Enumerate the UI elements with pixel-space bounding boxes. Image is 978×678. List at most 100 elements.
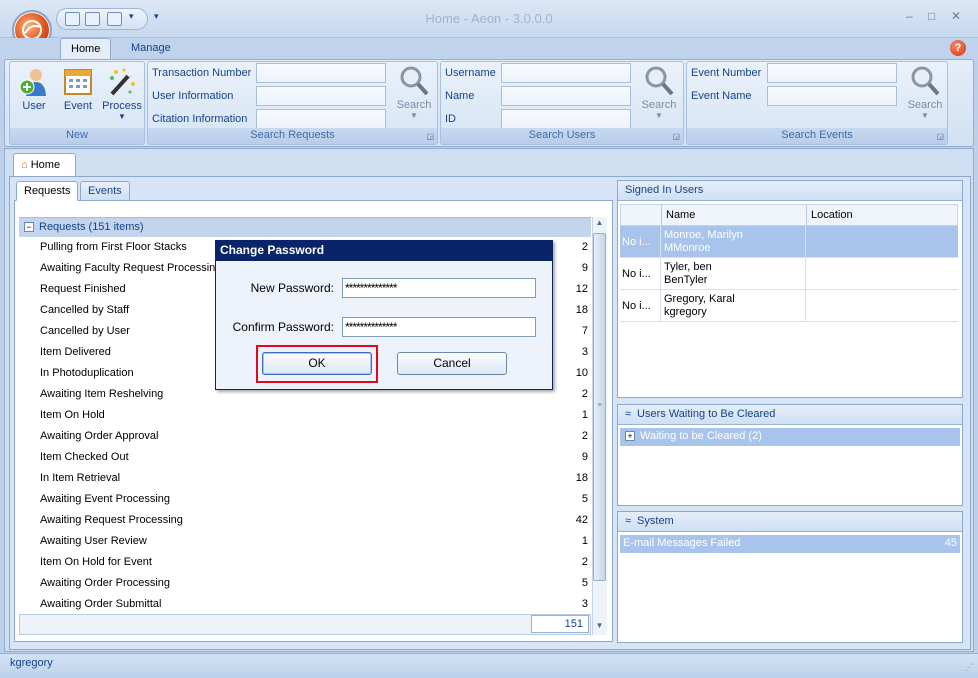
minimize-button[interactable]: – bbox=[906, 9, 913, 23]
table-row[interactable]: Awaiting User Review 1 bbox=[19, 531, 591, 552]
table-row[interactable]: Awaiting Event Processing 5 bbox=[19, 489, 591, 510]
dialog-launcher-icon[interactable]: ◲ bbox=[936, 132, 944, 141]
user-username-cell: BenTyler bbox=[664, 274, 708, 286]
search-dropdown-icon: ▼ bbox=[655, 111, 663, 120]
user-username-cell: kgregory bbox=[664, 306, 707, 318]
new-password-label: New Password: bbox=[250, 281, 334, 295]
table-row[interactable]: Awaiting Order Submittal 3 bbox=[19, 594, 591, 615]
username-input[interactable] bbox=[501, 63, 631, 83]
quick-access-toolbar: ▾ bbox=[56, 8, 148, 30]
dialog-launcher-icon[interactable]: ◲ bbox=[672, 132, 680, 141]
table-row[interactable]: Item On Hold 1 bbox=[19, 405, 591, 426]
request-status-label: Awaiting Faculty Request Processing bbox=[40, 262, 222, 274]
search-requests-button[interactable]: Search ▼ bbox=[392, 65, 436, 120]
transaction-number-input[interactable] bbox=[256, 63, 386, 83]
system-header[interactable]: ≈ System bbox=[618, 512, 962, 532]
request-status-count: 10 bbox=[575, 367, 588, 379]
new-process-label: Process bbox=[102, 100, 142, 112]
users-waiting-header[interactable]: ≈ Users Waiting to Be Cleared bbox=[618, 405, 962, 425]
table-row[interactable]: Awaiting Order Approval 2 bbox=[19, 426, 591, 447]
user-username-cell: MMonroe bbox=[664, 242, 711, 254]
scroll-up-icon[interactable]: ▲ bbox=[593, 218, 606, 231]
system-item-count: 45 bbox=[944, 537, 957, 549]
ok-button[interactable]: OK bbox=[262, 352, 372, 375]
request-status-label: Awaiting Order Approval bbox=[40, 430, 159, 442]
group-search-requests-caption: Search Requests bbox=[148, 128, 437, 144]
qat-dropdown-icon[interactable]: ▾ bbox=[129, 11, 134, 22]
table-row[interactable]: Awaiting Order Processing 5 bbox=[19, 573, 591, 594]
column-location[interactable]: Location bbox=[809, 209, 853, 222]
refresh-icon[interactable] bbox=[65, 12, 80, 26]
id-label: ID bbox=[445, 113, 456, 125]
new-process-button[interactable]: Process ▼ bbox=[100, 66, 144, 121]
new-password-input[interactable]: ************** bbox=[342, 278, 536, 298]
resize-grip-icon[interactable]: ⋰ bbox=[965, 658, 974, 677]
event-name-input[interactable] bbox=[767, 86, 897, 106]
dialog-launcher-icon[interactable]: ◲ bbox=[426, 132, 434, 141]
scroll-down-icon[interactable]: ▼ bbox=[593, 621, 606, 634]
name-input[interactable] bbox=[501, 86, 631, 106]
tab-home[interactable]: Home bbox=[60, 38, 112, 60]
signed-in-column-headers: Name Location bbox=[620, 204, 958, 226]
help-icon[interactable]: ? bbox=[950, 40, 966, 56]
request-status-count: 1 bbox=[581, 409, 588, 421]
signed-in-row[interactable]: No i... Tyler, ben BenTyler bbox=[620, 258, 958, 290]
system-item-label: E-mail Messages Failed bbox=[623, 537, 741, 549]
request-status-count: 9 bbox=[581, 262, 588, 274]
change-password-dialog: Change Password New Password: **********… bbox=[215, 240, 553, 390]
signed-in-row[interactable]: No i... Gregory, Karal kgregory bbox=[620, 290, 958, 322]
request-status-label: Item On Hold for Event bbox=[40, 556, 152, 568]
event-number-input[interactable] bbox=[767, 63, 897, 83]
request-status-count: 7 bbox=[581, 325, 588, 337]
request-status-count: 3 bbox=[581, 598, 588, 610]
table-row[interactable]: Item Checked Out 9 bbox=[19, 447, 591, 468]
request-status-label: In Photoduplication bbox=[40, 367, 134, 379]
dialog-title: Change Password bbox=[216, 241, 552, 261]
requests-group-header[interactable]: − Requests (151 items) bbox=[19, 217, 591, 237]
citation-information-input[interactable] bbox=[256, 109, 386, 129]
collapse-chevron-icon[interactable]: ≈ bbox=[625, 515, 631, 527]
group-new-caption: New bbox=[10, 128, 144, 144]
tab-requests[interactable]: Requests bbox=[16, 181, 79, 201]
cancel-button[interactable]: Cancel bbox=[397, 352, 507, 375]
expand-icon[interactable]: + bbox=[625, 431, 635, 441]
system-item-row[interactable]: E-mail Messages Failed 45 bbox=[620, 535, 960, 553]
magnifier-icon bbox=[909, 65, 941, 97]
group-new: User Event Process ▼ New bbox=[9, 61, 145, 145]
search-users-button[interactable]: Search ▼ bbox=[637, 65, 681, 120]
signed-in-row[interactable]: No i... Monroe, Marilyn MMonroe bbox=[620, 226, 958, 258]
document-tab-home[interactable]: ⌂ Home bbox=[13, 153, 76, 177]
maximize-button[interactable]: □ bbox=[928, 9, 935, 23]
signed-in-users-panel: Signed In Users Name Location No i... Mo… bbox=[617, 180, 963, 398]
citation-information-label: Citation Information bbox=[152, 113, 248, 125]
table-row[interactable]: Item On Hold for Event 2 bbox=[19, 552, 591, 573]
user-information-input[interactable] bbox=[256, 86, 386, 106]
request-status-label: In Item Retrieval bbox=[40, 472, 121, 484]
home-icon: ⌂ bbox=[21, 159, 28, 171]
table-row[interactable]: Awaiting Request Processing 42 bbox=[19, 510, 591, 531]
request-status-label: Awaiting Order Submittal bbox=[40, 598, 162, 610]
row-info-cell: No i... bbox=[622, 268, 651, 280]
id-input[interactable] bbox=[501, 109, 631, 129]
table-row[interactable]: In Item Retrieval 18 bbox=[19, 468, 591, 489]
search-events-button[interactable]: Search ▼ bbox=[903, 65, 947, 120]
customize-qat-icon[interactable]: ▾ bbox=[154, 11, 159, 22]
requests-footer bbox=[19, 614, 591, 635]
tab-events[interactable]: Events bbox=[80, 181, 130, 201]
confirm-password-input[interactable]: ************** bbox=[342, 317, 536, 337]
open-icon[interactable] bbox=[107, 12, 122, 26]
user-name-cell: Monroe, Marilyn bbox=[664, 229, 743, 241]
new-event-button[interactable]: Event bbox=[56, 66, 100, 112]
tab-manage[interactable]: Manage bbox=[121, 38, 181, 60]
collapse-chevron-icon[interactable]: ≈ bbox=[625, 408, 631, 420]
waiting-group-row[interactable]: + Waiting to be Cleared (2) bbox=[620, 428, 960, 446]
new-user-button[interactable]: User bbox=[14, 66, 54, 112]
column-name[interactable]: Name bbox=[664, 209, 695, 222]
mail-icon[interactable] bbox=[85, 12, 100, 26]
collapse-icon[interactable]: − bbox=[24, 222, 34, 232]
request-status-label: Item Delivered bbox=[40, 346, 111, 358]
new-user-label: User bbox=[22, 100, 46, 112]
user-information-label: User Information bbox=[152, 90, 234, 102]
confirm-password-label: Confirm Password: bbox=[232, 320, 334, 334]
close-button[interactable]: ✕ bbox=[951, 9, 961, 23]
